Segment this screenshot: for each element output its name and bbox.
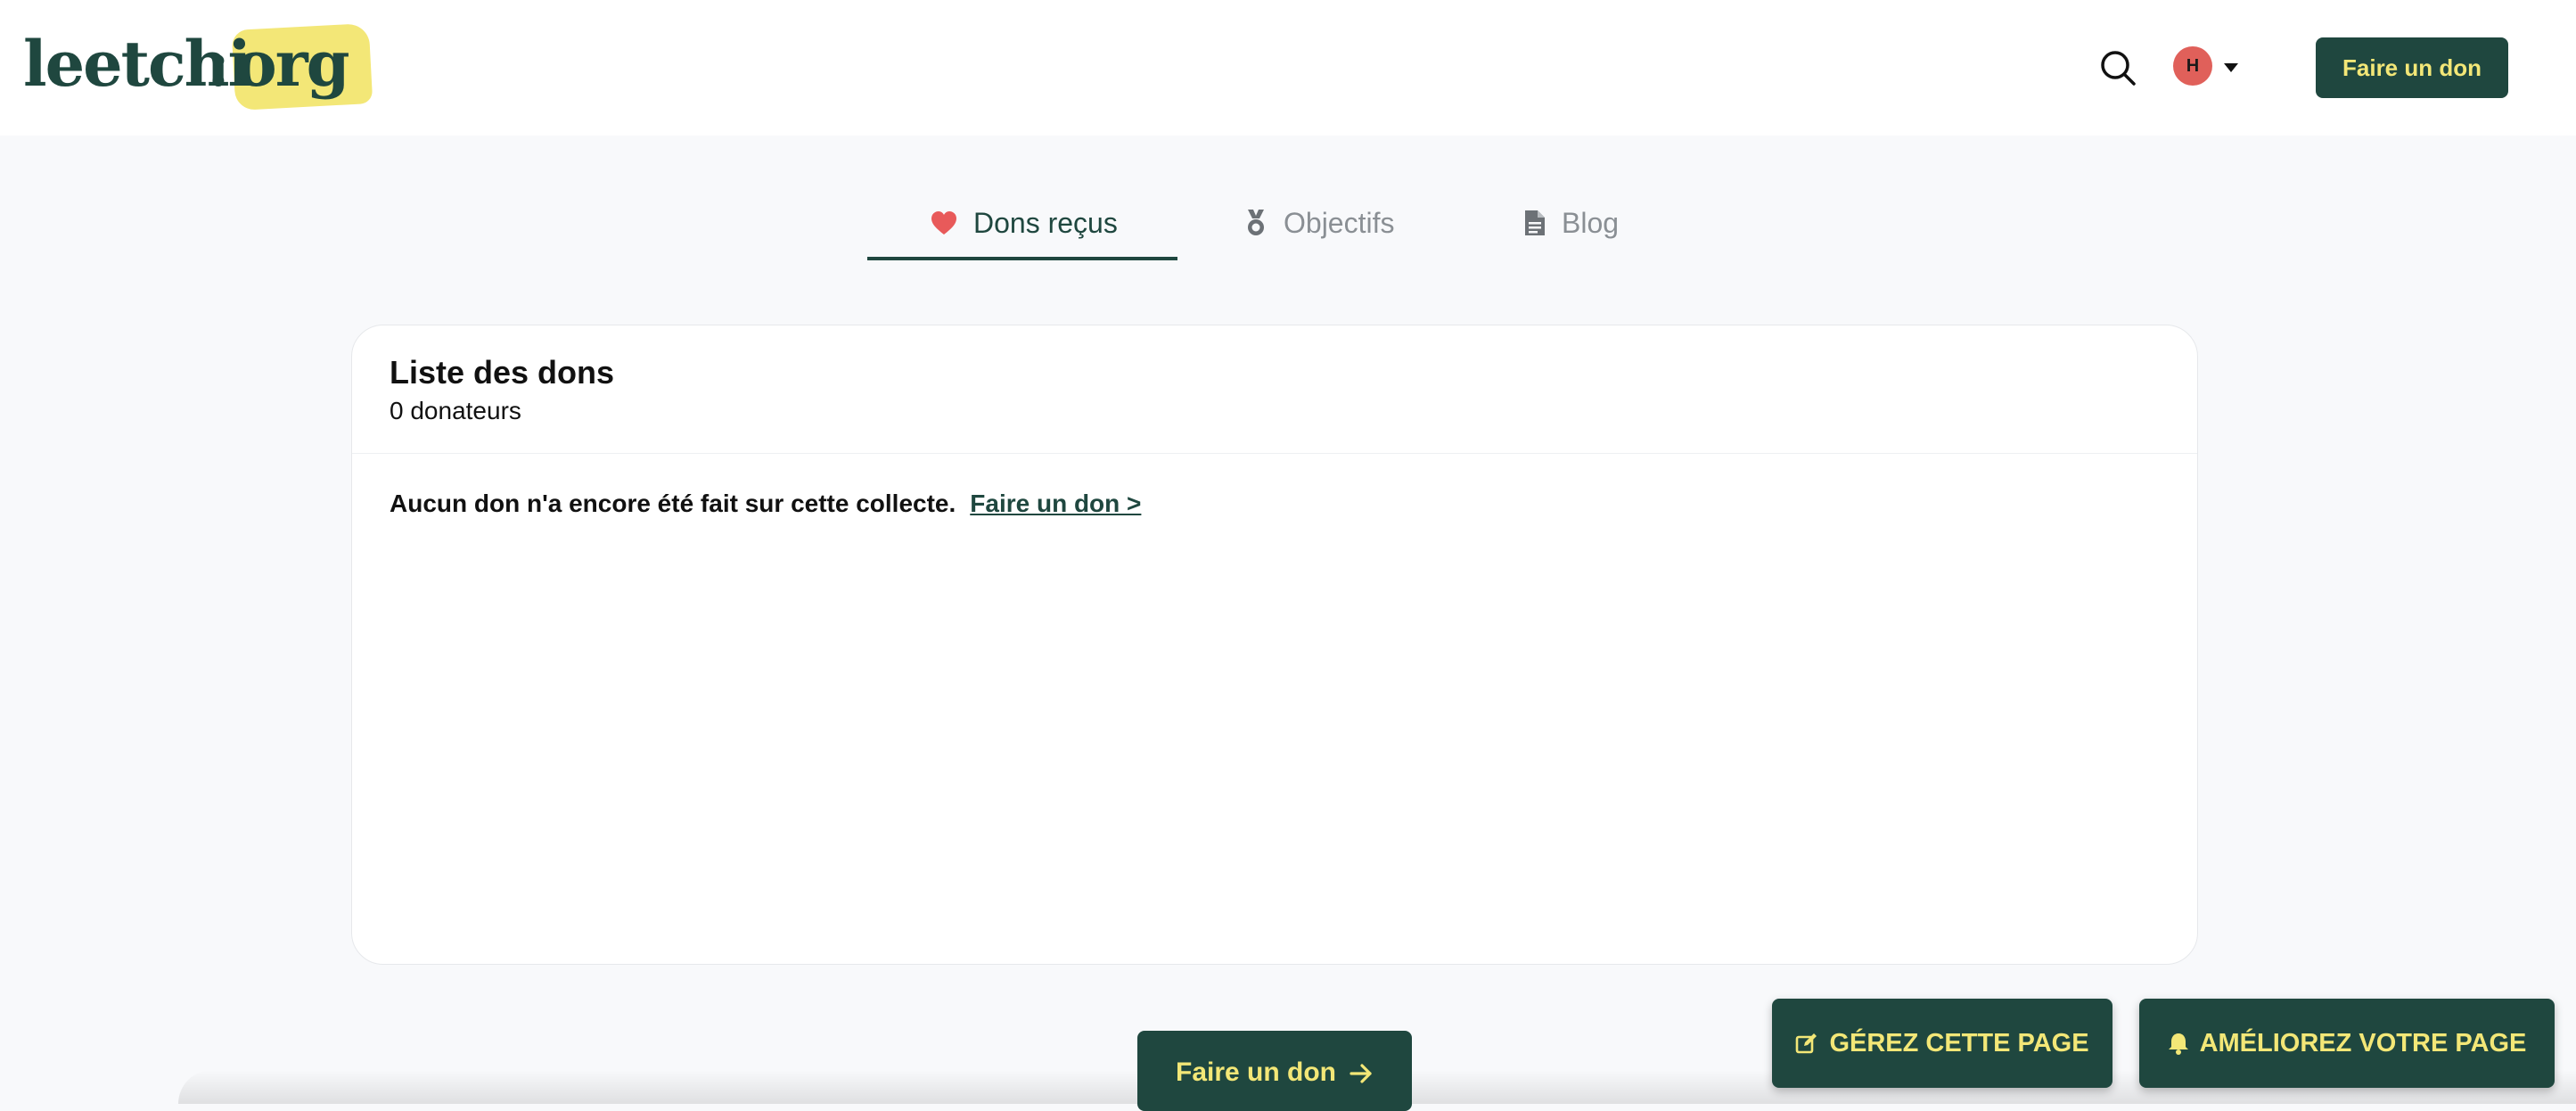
tab-dons-recus-label: Dons reçus — [973, 206, 1118, 239]
tab-blog-label: Blog — [1562, 206, 1620, 239]
improve-page-label: AMÉLIOREZ VOTRE PAGE — [2199, 1028, 2527, 1058]
edit-icon — [1796, 1033, 1817, 1054]
empty-state: Aucun don n'a encore été fait sur cette … — [390, 490, 1141, 518]
active-tab-indicator — [867, 257, 1177, 260]
bottom-donate-label: Faire un don — [1176, 1058, 1336, 1087]
search-icon[interactable] — [2098, 48, 2137, 87]
manage-page-button[interactable]: GÉREZ CETTE PAGE — [1772, 999, 2112, 1088]
logo-suffix: org — [235, 27, 350, 101]
improve-page-button[interactable]: AMÉLIOREZ VOTRE PAGE — [2139, 999, 2555, 1088]
tab-dons-recus[interactable]: Dons reçus — [931, 196, 1118, 250]
leetchi-logo[interactable]: leetchi : org — [23, 21, 373, 111]
avatar[interactable]: H — [2173, 46, 2212, 86]
donor-count: 0 donateurs — [390, 397, 521, 424]
manage-page-label: GÉREZ CETTE PAGE — [1829, 1028, 2089, 1058]
card-divider — [352, 453, 2197, 454]
card-title: Liste des dons — [390, 354, 615, 391]
site-header: leetchi : org H Faire un don — [0, 0, 2576, 136]
tab-blog[interactable]: Blog — [1524, 196, 1619, 250]
tab-objectifs[interactable]: Objectifs — [1244, 196, 1394, 250]
donations-card: Liste des dons 0 donateurs Aucun don n'a… — [351, 325, 2198, 965]
heart-icon — [931, 211, 956, 235]
empty-message: Aucun don n'a encore été fait sur cette … — [390, 490, 956, 517]
bottom-donate-button[interactable]: Faire un don — [1137, 1031, 1412, 1111]
tab-bar: Dons reçus Objectifs Blog — [0, 178, 2576, 264]
header-donate-button[interactable]: Faire un don — [2316, 37, 2508, 98]
medal-icon — [1248, 210, 1264, 235]
logo-colon: : — [207, 27, 230, 101]
document-icon — [1525, 210, 1545, 235]
bell-icon — [2168, 1033, 2188, 1055]
tab-objectifs-label: Objectifs — [1284, 206, 1395, 239]
arrow-right-icon — [1350, 1064, 1372, 1083]
donate-link[interactable]: Faire un don > — [970, 490, 1141, 518]
chevron-down-icon[interactable] — [2223, 62, 2239, 73]
